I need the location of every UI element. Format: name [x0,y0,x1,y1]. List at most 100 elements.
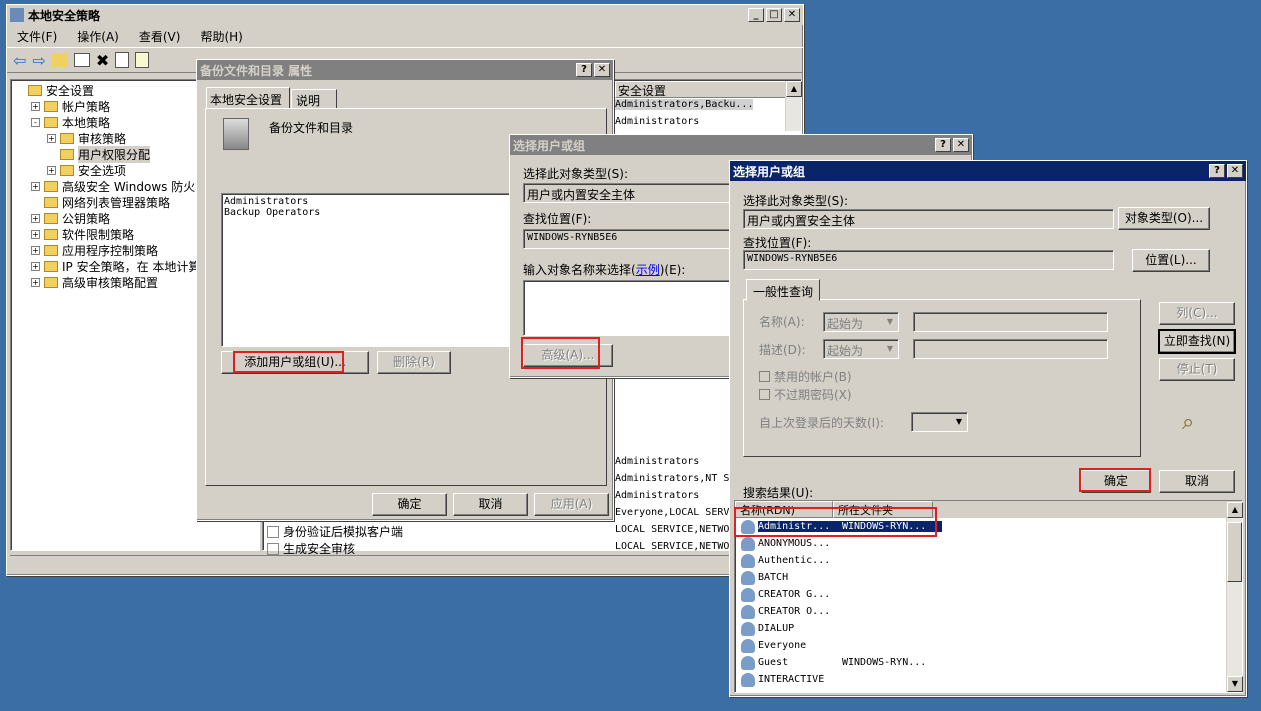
location-label: 查找位置(F): [743,236,812,250]
cancel-button[interactable]: 取消 [1159,470,1235,493]
props-title: 备份文件和目录 属性 [200,63,313,78]
tab-local-setting[interactable]: 本地安全设置 [206,87,290,109]
desc-starts-select[interactable]: 起始为 ▼ [823,339,899,359]
menu-view[interactable]: 查看(V) [139,28,181,45]
policy-row[interactable]: 身份验证后模拟客户端 [267,523,403,540]
tree-item-label: 安全选项 [78,163,127,178]
expand-icon[interactable]: + [31,261,40,271]
result-name: CREATOR G... [758,589,831,600]
disabled-accounts-checkbox[interactable]: 禁用的帐户(B) [759,368,852,385]
user-group-icon [741,604,755,619]
results-scrollbar[interactable]: ▲ ▼ [1226,502,1243,692]
result-row[interactable]: Administr... WINDOWS-RYN... [735,518,1242,535]
find-now-button[interactable]: 立即查找(N) [1158,329,1236,354]
close-button[interactable]: ✕ [784,8,800,22]
tree-item-label: 帐户策略 [62,99,111,114]
menu-file[interactable]: 文件(F) [17,28,57,45]
minimize-button[interactable]: _ [748,8,764,22]
right-value: Everyone,LOCAL SERV [615,507,730,518]
right-value: Administrators [615,456,700,467]
policy-server-icon [223,118,249,150]
list-scrollbar[interactable]: ▲ [785,81,802,131]
result-name: BATCH [758,572,789,583]
tab-common-queries[interactable]: 一般性查询 [746,279,821,301]
watermark-url: jingyan.baidu.com [977,650,1139,672]
apply-button[interactable]: 应用(A) [534,493,609,516]
remove-button[interactable]: 删除(R) [377,351,451,374]
stop-button[interactable]: 停止(T) [1159,358,1235,381]
add-user-or-group-button[interactable]: 添加用户或组(U)... [221,351,369,374]
watermark-brand: Baidu经验 [965,606,1147,648]
result-row[interactable]: ANONYMOUS... [735,535,1242,552]
maximize-button[interactable]: □ [766,8,782,22]
right-value-1: Administrators [615,116,700,127]
export-icon[interactable] [135,52,150,68]
user-group-icon [741,553,755,568]
main-title: 本地安全策略 [28,8,101,23]
user-group-icon [741,621,755,636]
description-label: 描述(D): [759,343,806,357]
expand-icon[interactable]: + [31,101,40,111]
show-hide-tree-icon[interactable] [73,53,90,67]
name-label: 名称(A): [759,315,805,329]
tree-item-label: 网络列表管理器策略 [62,195,171,210]
result-name: Everyone [758,640,807,651]
forward-icon[interactable]: ⇨ [32,51,45,70]
tab-explain[interactable]: 说明 [291,89,337,109]
search-query-icon: ⌕ [1182,410,1195,435]
expand-icon[interactable]: + [31,213,40,223]
expand-icon[interactable]: + [31,229,40,239]
object-types-button[interactable]: 对象类型(O)... [1118,207,1210,230]
advanced-button[interactable]: 高级(A)... [523,344,613,367]
col-folder-header[interactable]: 所在文件夹 [833,501,933,518]
expand-icon[interactable]: + [31,277,40,287]
chevron-down-icon: ▼ [883,314,897,329]
columns-button[interactable]: 列(C)... [1159,302,1235,325]
help-button[interactable]: ? [576,63,592,77]
right-value-0: Administrators,Backu... [615,99,754,110]
checkbox [759,371,770,382]
expand-icon[interactable]: + [31,245,40,255]
collapse-icon[interactable]: - [31,117,40,127]
example-link[interactable]: 示例 [636,263,660,277]
user-group-icon [741,570,755,585]
user-group-icon [741,519,755,534]
up-icon[interactable] [51,53,68,67]
col-name-header[interactable]: 名称(RDN) [735,501,833,518]
properties-icon[interactable] [115,52,130,68]
help-button[interactable]: ? [935,138,951,152]
close-button[interactable]: ✕ [953,138,969,152]
menu-help[interactable]: 帮助(H) [200,28,242,45]
non-expiring-password-checkbox[interactable]: 不过期密码(X) [759,386,852,403]
ok-button[interactable]: 确定 [372,493,447,516]
user-group-icon [741,638,755,653]
expand-icon[interactable]: + [31,181,40,191]
result-name: Guest [758,657,789,668]
back-icon[interactable]: ⇦ [13,51,26,70]
cancel-button[interactable]: 取消 [453,493,528,516]
folder-icon [44,116,58,128]
results-header: 名称(RDN) 所在文件夹 [735,501,1242,518]
folder-icon [44,276,58,288]
result-row[interactable]: BATCH [735,569,1242,586]
enter-names-box[interactable] [523,280,733,336]
checkbox [759,389,770,400]
expand-icon[interactable]: + [47,165,56,175]
shield-icon [10,8,24,22]
help-button[interactable]: ? [1209,164,1225,178]
close-button[interactable]: ✕ [1227,164,1243,178]
result-row[interactable]: Authentic... [735,552,1242,569]
delete-icon[interactable]: ✖ [96,51,109,70]
menu-action[interactable]: 操作(A) [77,28,119,45]
status-bar [10,555,800,573]
tree-item-label: IP 安全策略，在 本地计算 [62,259,201,274]
menu-bar: 文件(F) 操作(A) 查看(V) 帮助(H) [7,25,803,47]
close-button[interactable]: ✕ [594,63,610,77]
locations-button[interactable]: 位置(L)... [1132,249,1210,272]
name-starts-select[interactable]: 起始为 ▼ [823,312,899,332]
ok-button[interactable]: 确定 [1081,470,1151,493]
expand-icon[interactable]: + [47,133,56,143]
days-since-logon-select[interactable]: ▼ [911,412,968,432]
description-field [913,339,1108,359]
result-row[interactable]: INTERACTIVE [735,671,1242,688]
